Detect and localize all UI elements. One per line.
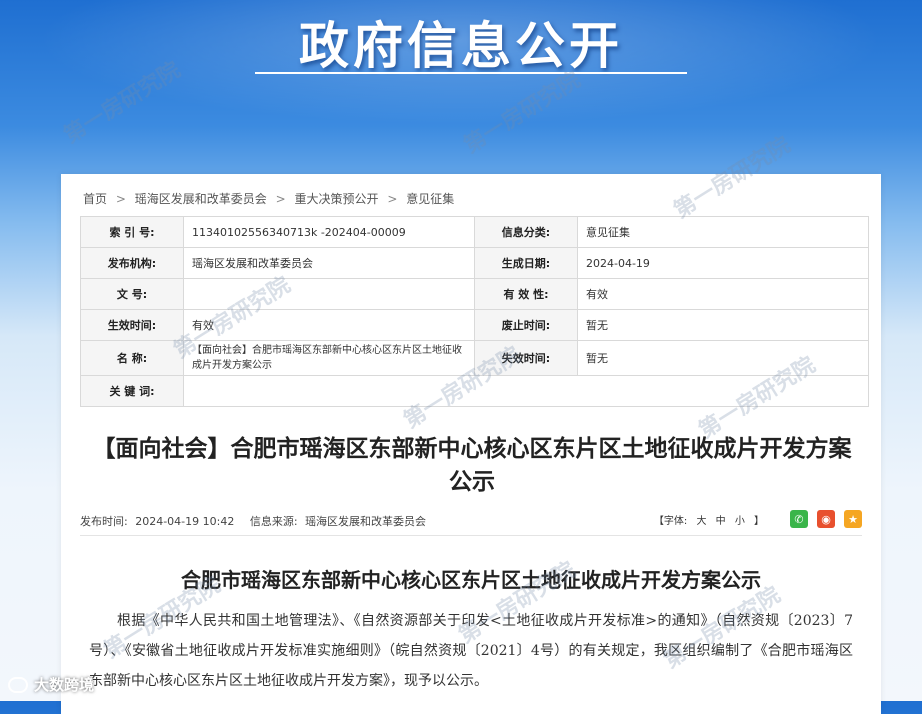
article-meta: 发布时间: 2024-04-19 10:42 信息来源: 瑶海区发展和改革委员会 (80, 513, 430, 529)
effective-label: 生效时间: (80, 309, 184, 341)
banner-title: 政府信息公开 (299, 17, 623, 75)
name-value: 【面向社会】合肥市瑶海区东部新中心核心区东片区土地征收成片开发方案公示 (183, 340, 475, 376)
font-size-label: 【字体: (653, 515, 688, 527)
validity-value: 有效 (577, 278, 869, 310)
wechat-icon: ✆ (794, 512, 804, 526)
corner-logo-text: 大数跨境 (34, 676, 95, 694)
category-value: 意见征集 (577, 216, 869, 248)
font-small-button[interactable]: 小 (735, 516, 745, 527)
font-size-close: 】 (754, 515, 764, 527)
font-large-button[interactable]: 大 (696, 516, 706, 527)
publish-time-label: 发布时间: (80, 515, 128, 528)
wechat-share-button[interactable]: ✆ (790, 510, 808, 528)
docno-label: 文 号: (80, 278, 184, 310)
breadcrumb-separator: > (275, 192, 286, 206)
meta-row: 名 称: 【面向社会】合肥市瑶海区东部新中心核心区东片区土地征收成片开发方案公示… (80, 340, 869, 376)
divider (80, 535, 862, 536)
article-subtitle: 合肥市瑶海区东部新中心核心区东片区土地征收成片开发方案公示 (181, 568, 761, 592)
index-value: 11340102556340713k -202404-00009 (183, 216, 475, 248)
created-value: 2024-04-19 (577, 247, 869, 279)
font-size-switcher: 【字体: 大 中 小 】 (651, 512, 767, 527)
abolish-label: 废止时间: (474, 309, 578, 341)
font-medium-button[interactable]: 中 (716, 516, 726, 527)
meta-row: 关 键 词: (80, 375, 869, 407)
effective-value: 有效 (183, 309, 475, 341)
validity-label: 有 效 性: (474, 278, 578, 310)
breadcrumb-current[interactable]: 意见征集 (406, 190, 454, 207)
breadcrumb-separator: > (115, 192, 126, 206)
expire-value: 暂无 (577, 340, 869, 376)
corner-logo: 大数跨境 (8, 674, 94, 695)
breadcrumb-decision[interactable]: 重大决策预公开 (294, 190, 378, 207)
created-label: 生成日期: (474, 247, 578, 279)
docno-value (183, 278, 475, 310)
banner-underline (255, 72, 687, 74)
source-value: 瑶海区发展和改革委员会 (305, 515, 427, 528)
article-body: 根据《中华人民共和国土地管理法》、《自然资源部关于印发<土地征收成片开发标准>的… (89, 613, 853, 689)
logo-mark-icon (8, 676, 28, 693)
metadata-table: 索 引 号: 11340102556340713k -202404-00009 … (80, 216, 869, 407)
article-tools: 【字体: 大 中 小 】 ✆ ◉ ★ (651, 509, 862, 529)
publisher-label: 发布机构: (80, 247, 184, 279)
breadcrumb-department[interactable]: 瑶海区发展和改革委员会 (135, 190, 267, 207)
weibo-share-button[interactable]: ◉ (817, 510, 835, 528)
star-icon: ★ (848, 512, 858, 526)
publish-time: 2024-04-19 10:42 (135, 515, 235, 528)
article-title: 【面向社会】合肥市瑶海区东部新中心核心区东片区土地征收成片开发方案公示 (92, 436, 852, 495)
breadcrumb: 首页 > 瑶海区发展和改革委员会 > 重大决策预公开 > 意见征集 (83, 190, 454, 207)
favorite-button[interactable]: ★ (844, 510, 862, 528)
meta-row: 发布机构: 瑶海区发展和改革委员会 生成日期: 2024-04-19 (80, 247, 869, 279)
abolish-value: 暂无 (577, 309, 869, 341)
breadcrumb-home[interactable]: 首页 (83, 190, 107, 207)
keywords-label: 关 键 词: (80, 375, 184, 407)
meta-row: 文 号: 有 效 性: 有效 (80, 278, 869, 310)
name-label: 名 称: (80, 340, 184, 376)
publisher-value: 瑶海区发展和改革委员会 (183, 247, 475, 279)
source-label: 信息来源: (249, 515, 298, 528)
meta-row: 索 引 号: 11340102556340713k -202404-00009 … (80, 216, 869, 248)
expire-label: 失效时间: (474, 340, 578, 376)
meta-row: 生效时间: 有效 废止时间: 暂无 (80, 309, 869, 341)
category-label: 信息分类: (474, 216, 578, 248)
keywords-value (183, 375, 869, 407)
article-info-bar: 发布时间: 2024-04-19 10:42 信息来源: 瑶海区发展和改革委员会… (80, 509, 862, 529)
weibo-icon: ◉ (821, 512, 831, 526)
content-panel: 首页 > 瑶海区发展和改革委员会 > 重大决策预公开 > 意见征集 索 引 号:… (61, 174, 881, 714)
index-label: 索 引 号: (80, 216, 184, 248)
breadcrumb-separator: > (387, 192, 398, 206)
